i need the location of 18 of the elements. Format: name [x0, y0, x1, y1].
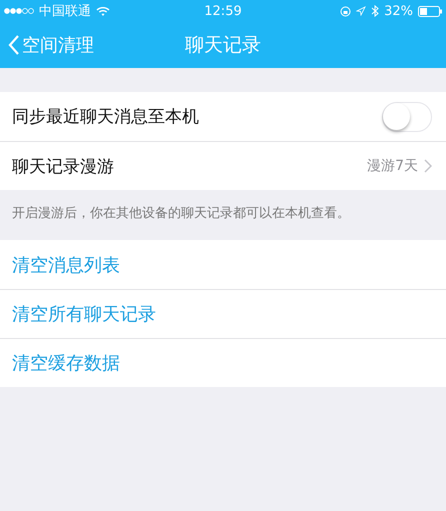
back-chevron-icon	[8, 34, 20, 56]
lock-icon	[340, 6, 352, 16]
signal-icon	[4, 8, 34, 14]
setting-value: 漫游7天	[367, 157, 418, 175]
page-title: 聊天记录	[185, 33, 261, 58]
battery-percent: 32%	[384, 4, 413, 18]
carrier-name: 中国联通	[39, 3, 91, 20]
location-icon	[356, 6, 366, 16]
chevron-icon	[424, 159, 432, 173]
setting-label: 聊天记录漫游	[12, 156, 115, 178]
wifi-icon	[96, 6, 110, 16]
toggle-switch[interactable]	[382, 102, 432, 132]
bluetooth-icon	[371, 5, 380, 17]
battery-icon	[418, 6, 442, 16]
footnote-text: 开启漫游后，你在其他设备的聊天记录都可以在本机查看。	[11, 205, 351, 223]
status-time: 12:59	[204, 4, 242, 18]
setting-label: 同步最近聊天消息至本机	[12, 106, 200, 128]
back-button[interactable]: 空间清理	[0, 33, 102, 57]
